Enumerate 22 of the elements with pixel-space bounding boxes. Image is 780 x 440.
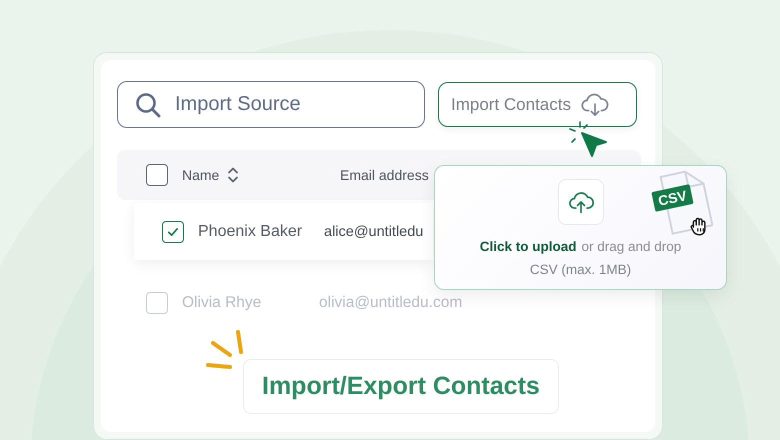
upload-hint: or drag and drop <box>581 239 682 254</box>
checkbox[interactable] <box>162 220 184 242</box>
csv-file-drawing: CSV <box>651 168 713 238</box>
table-cell-text: Phoenix Baker <box>198 222 304 240</box>
table-cell-text: Olivia Rhye <box>182 294 262 312</box>
cloud-download-icon <box>581 92 609 116</box>
sparkle-icon <box>205 329 245 371</box>
table-cell: olivia@untitledu.com <box>319 294 462 312</box>
column-header[interactable]: Name <box>182 167 220 183</box>
click-cursor-icon <box>566 120 608 160</box>
upload-icon <box>558 179 604 225</box>
table-row[interactable]: Phoenix Baker alice@untitledu <box>134 203 433 260</box>
table-cell: alice@untitledu <box>324 224 424 240</box>
upload-dropzone[interactable]: Click to upload or drag and drop CSV (max. 1MB) CSV <box>434 165 727 290</box>
feature-title: Import/Export Contacts <box>243 359 559 414</box>
file-limit-text: CSV (max. 1MB) <box>530 262 632 277</box>
checkbox[interactable] <box>146 164 168 186</box>
search-field[interactable]: Import Source <box>117 81 425 128</box>
import-button[interactable]: Import Contacts <box>438 82 637 127</box>
column-header: Email address <box>340 167 429 183</box>
sort-icon[interactable] <box>227 166 240 184</box>
upload-link[interactable]: Click to upload <box>480 239 576 254</box>
